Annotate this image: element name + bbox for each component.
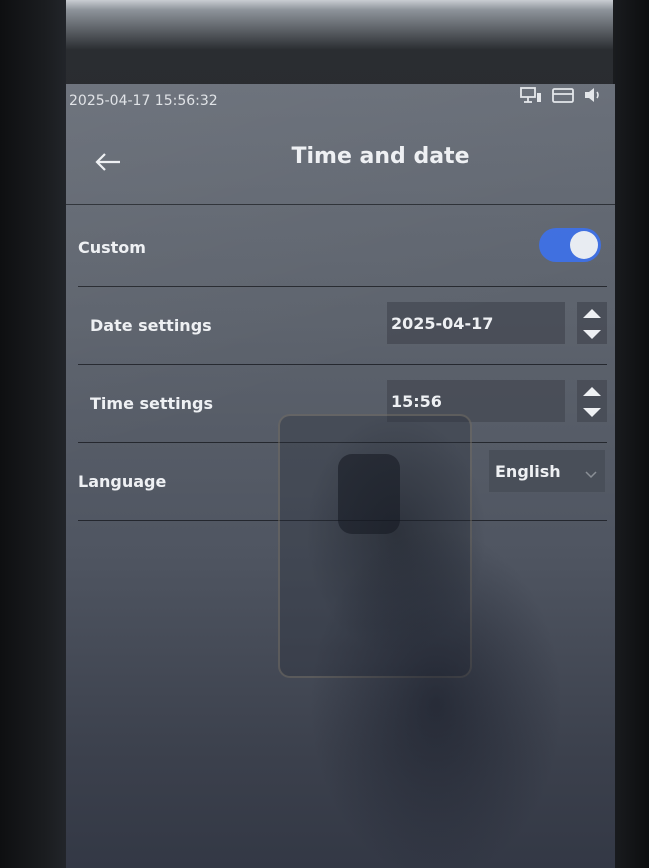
custom-toggle[interactable] <box>539 228 601 262</box>
status-icons <box>519 86 605 104</box>
date-field[interactable]: 2025-04-17 <box>387 302 565 344</box>
caret-up-icon[interactable] <box>583 303 601 322</box>
caret-down-icon[interactable] <box>583 402 601 421</box>
chevron-down-icon <box>585 464 597 483</box>
time-value: 15:56 <box>391 392 442 411</box>
date-settings-label: Date settings <box>90 316 212 335</box>
time-settings-row: Time settings 15:56 <box>78 366 607 443</box>
date-stepper[interactable] <box>577 302 607 344</box>
language-label: Language <box>78 472 167 491</box>
device-bezel-left <box>0 0 66 868</box>
language-select[interactable]: English <box>489 450 605 492</box>
custom-label: Custom <box>78 238 146 257</box>
page-header: Time and date <box>66 124 615 205</box>
card-icon <box>551 86 574 104</box>
photo-frame: 2025-04-17 15:56:32 Time and date Custom… <box>0 0 649 868</box>
language-row: Language English <box>78 444 607 521</box>
language-value: English <box>495 462 561 481</box>
date-settings-row: Date settings 2025-04-17 <box>78 288 607 365</box>
status-bar: 2025-04-17 15:56:32 <box>66 84 615 124</box>
toggle-knob <box>570 231 598 259</box>
time-settings-label: Time settings <box>90 394 214 413</box>
speaker-icon <box>583 86 605 104</box>
time-field[interactable]: 15:56 <box>387 380 565 422</box>
date-value: 2025-04-17 <box>391 314 494 333</box>
custom-row: Custom <box>78 210 607 287</box>
caret-down-icon[interactable] <box>583 324 601 343</box>
status-datetime: 2025-04-17 15:56:32 <box>69 93 218 109</box>
time-stepper[interactable] <box>577 380 607 422</box>
device-bezel-right <box>613 0 649 868</box>
page-title: Time and date <box>291 144 470 169</box>
caret-up-icon[interactable] <box>583 381 601 400</box>
device-screen: 2025-04-17 15:56:32 Time and date Custom… <box>66 84 615 868</box>
network-icon <box>519 86 541 104</box>
